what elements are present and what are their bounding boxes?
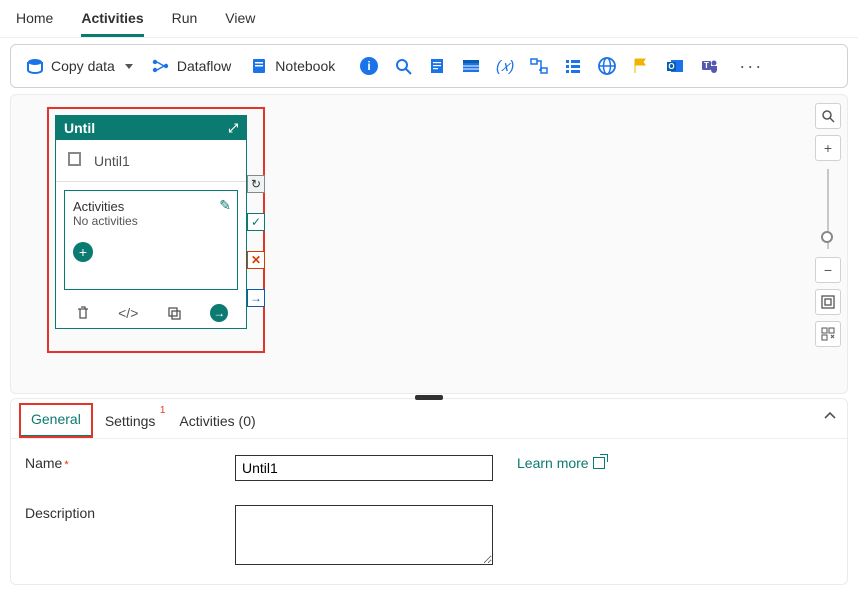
outlook-icon[interactable]: O <box>665 56 685 76</box>
activity-name-label: Until1 <box>94 153 130 169</box>
notebook-label: Notebook <box>275 58 335 74</box>
canvas-search-icon[interactable] <box>815 103 841 129</box>
expand-icon[interactable]: ⤢ <box>228 121 238 136</box>
learn-more-label: Learn more <box>517 455 589 471</box>
panel-collapse-icon[interactable] <box>823 409 837 426</box>
activities-toolbar: Copy data Dataflow Notebook i (𝑥) O T ··… <box>10 44 848 88</box>
activity-type-label: Until <box>64 120 95 136</box>
until-loop-icon <box>66 150 84 171</box>
top-tabs: Home Activities Run View <box>0 0 858 38</box>
activities-label: Activities <box>73 199 229 214</box>
run-activity-icon[interactable]: → <box>210 304 228 322</box>
zoom-thumb[interactable] <box>821 231 833 243</box>
panel-tab-general[interactable]: General <box>19 403 93 438</box>
flag-icon[interactable] <box>631 56 651 76</box>
teams-icon[interactable]: T <box>699 56 719 76</box>
edit-activities-icon[interactable]: ✎ <box>219 197 231 214</box>
notebook-button[interactable]: Notebook <box>243 52 341 80</box>
tab-activities[interactable]: Activities <box>81 6 143 37</box>
list-icon[interactable] <box>563 56 583 76</box>
toolbar-more-button[interactable]: ··· <box>733 56 769 77</box>
dataflow-label: Dataflow <box>177 58 231 74</box>
general-form: Name* Learn more Description <box>11 439 847 568</box>
description-label: Description <box>25 505 235 521</box>
external-link-icon <box>593 457 605 469</box>
activity-header[interactable]: Until ⤢ <box>56 116 246 140</box>
settings-badge: 1 <box>160 405 166 416</box>
activity-name-row: Until1 <box>56 140 246 182</box>
description-input[interactable] <box>235 505 493 565</box>
panel-tabs: General Settings 1 Activities (0) <box>11 399 847 439</box>
zoom-out-button[interactable]: − <box>815 257 841 283</box>
svg-text:T: T <box>704 61 709 70</box>
add-activity-button[interactable]: + <box>73 242 93 262</box>
script-icon[interactable] <box>427 56 447 76</box>
pipeline-canvas: Until ⤢ Until1 ✎ Activities No activitie… <box>10 94 848 394</box>
variable-icon[interactable]: (𝑥) <box>495 56 515 76</box>
dataflow-icon <box>151 56 171 76</box>
svg-text:i: i <box>368 59 371 73</box>
web-icon[interactable] <box>597 56 617 76</box>
copy-data-label: Copy data <box>51 58 115 74</box>
on-fail-connector[interactable]: ✕ <box>247 251 265 269</box>
table-icon[interactable] <box>461 56 481 76</box>
delete-icon[interactable] <box>74 304 92 322</box>
code-icon[interactable]: </> <box>119 304 137 322</box>
activities-status: No activities <box>73 214 229 228</box>
panel-tab-settings-label: Settings <box>105 413 156 429</box>
properties-panel: General Settings 1 Activities (0) Name* L… <box>10 398 848 585</box>
copy-data-button[interactable]: Copy data <box>19 52 139 80</box>
on-completion-connector[interactable]: → <box>247 289 265 307</box>
activity-footer: </> → <box>56 298 246 328</box>
layout-button[interactable] <box>815 321 841 347</box>
zoom-in-button[interactable]: + <box>815 135 841 161</box>
notebook-icon <box>249 56 269 76</box>
canvas-tools: + − <box>815 103 841 347</box>
tab-run[interactable]: Run <box>172 6 198 37</box>
info-icon[interactable]: i <box>359 56 379 76</box>
activities-inner-box[interactable]: ✎ Activities No activities + <box>64 190 238 290</box>
until-activity-card[interactable]: Until ⤢ Until1 ✎ Activities No activitie… <box>55 115 247 329</box>
clone-icon[interactable] <box>165 304 183 322</box>
tab-home[interactable]: Home <box>16 6 53 37</box>
on-success-connector[interactable]: ✓ <box>247 213 265 231</box>
fit-screen-button[interactable] <box>815 289 841 315</box>
on-skip-connector[interactable]: ↻ <box>247 175 265 193</box>
name-input[interactable] <box>235 455 493 481</box>
activity-connectors: ↻ ✓ ✕ → <box>247 175 265 307</box>
search-tool-icon[interactable] <box>393 56 413 76</box>
panel-tab-activities[interactable]: Activities (0) <box>167 405 267 437</box>
panel-tab-settings[interactable]: Settings 1 <box>93 405 168 437</box>
chevron-down-icon <box>125 64 133 69</box>
tab-view[interactable]: View <box>225 6 255 37</box>
pipeline-icon[interactable] <box>529 56 549 76</box>
learn-more-link[interactable]: Learn more <box>517 455 605 471</box>
name-label: Name* <box>25 455 235 471</box>
svg-text:O: O <box>669 62 675 71</box>
dataflow-button[interactable]: Dataflow <box>145 52 237 80</box>
copy-data-icon <box>25 56 45 76</box>
zoom-slider[interactable] <box>827 169 829 249</box>
